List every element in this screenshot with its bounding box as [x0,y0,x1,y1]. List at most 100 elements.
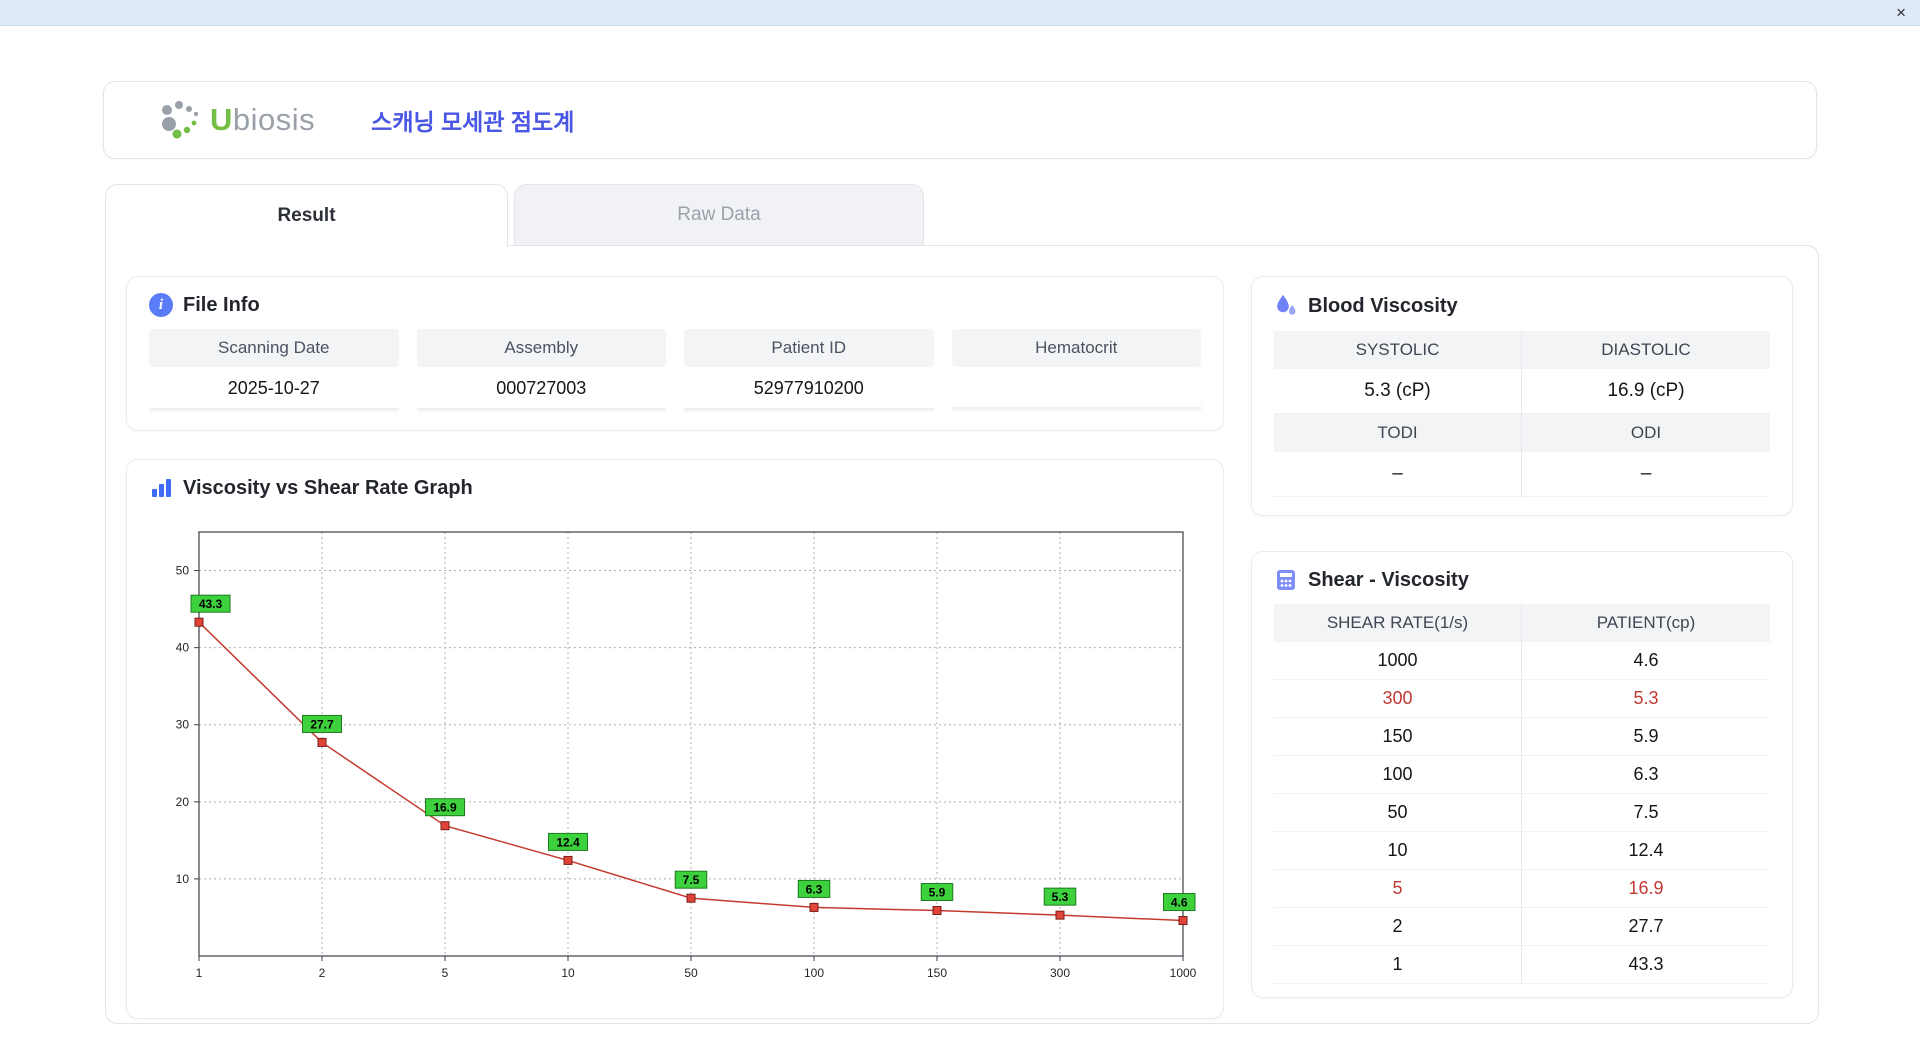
svg-text:1000: 1000 [1170,966,1197,980]
svg-text:30: 30 [176,718,190,732]
diastolic-value: 16.9 (cP) [1522,369,1770,414]
blood-viscosity-title: Blood Viscosity [1308,294,1458,317]
shear-cell: 10 [1274,832,1522,869]
svg-text:100: 100 [804,966,824,980]
field-label: Assembly [416,329,666,367]
shear-cell: 1 [1274,946,1522,983]
shear-cell: 150 [1274,718,1522,755]
graph-title: Viscosity vs Shear Rate Graph [183,476,473,499]
patient-cell: 6.3 [1633,764,1659,784]
svg-text:43.3: 43.3 [199,597,223,611]
table-row: 2 27.7 [1274,908,1770,946]
shear-viscosity-card: Shear - Viscosity SHEAR RATE(1/s) PATIEN… [1251,551,1793,998]
svg-text:5.3: 5.3 [1052,890,1069,904]
file-info-fields: Scanning Date 2025-10-27 Assembly 000727… [149,329,1201,410]
patient-cell: 16.9 [1628,878,1664,898]
patient-cell: 12.4 [1628,840,1664,860]
window-titlebar: × [0,0,1920,26]
shear-viscosity-header: Shear - Viscosity [1274,568,1770,592]
field-value: 52977910200 [684,367,934,410]
diastolic-label: DIASTOLIC [1522,331,1770,369]
field-value: 000727003 [416,367,666,410]
logo-text-rest: biosis [232,102,316,137]
field-hematocrit: Hematocrit [951,329,1201,410]
bar-chart-icon [152,479,171,497]
header-card: Ubiosis 스캐닝 모세관 점도계 [103,81,1817,159]
table-row: 50 7.5 [1274,794,1770,832]
svg-text:20: 20 [176,795,190,809]
svg-text:12.4: 12.4 [556,835,580,849]
shear-cell: 300 [1274,680,1522,717]
svg-text:300: 300 [1050,966,1070,980]
svg-text:7.5: 7.5 [683,873,700,887]
field-value [951,367,1201,409]
ubiosis-logo: Ubiosis [156,99,315,141]
table-row: 5 16.9 [1274,870,1770,908]
shear-cell: 5 [1274,870,1522,907]
logo-text: Ubiosis [210,102,315,138]
svg-text:10: 10 [176,872,190,886]
file-info-card: i File Info Scanning Date 2025-10-27 Ass… [126,276,1224,431]
table-row: 1000 4.6 [1274,642,1770,680]
patient-cell: 43.3 [1628,954,1664,974]
tab-result[interactable]: Result [105,184,508,247]
shear-cell: 1000 [1274,642,1522,679]
patient-cell: 7.5 [1633,802,1659,822]
systolic-value: 5.3 (cP) [1274,369,1522,414]
patient-cell: 5.3 [1633,688,1659,708]
svg-text:40: 40 [176,641,190,655]
shear-table-body: 1000 4.6 300 5.3 150 5.9 100 6.3 50 7.5 … [1274,642,1770,984]
svg-text:50: 50 [684,966,698,980]
svg-text:4.6: 4.6 [1171,896,1188,910]
app-window: Ubiosis 스캐닝 모세관 점도계 Result Raw Data i Fi… [0,27,1920,1040]
file-info-title: File Info [183,293,260,316]
shear-table-header: SHEAR RATE(1/s) PATIENT(cp) [1274,604,1770,642]
graph-header: Viscosity vs Shear Rate Graph [149,476,1201,500]
svg-text:16.9: 16.9 [433,801,457,815]
logo-text-u: U [210,102,233,137]
svg-text:50: 50 [176,564,190,578]
info-icon: i [149,293,173,317]
field-label: Patient ID [684,329,934,367]
svg-text:10: 10 [561,966,575,980]
field-assembly: Assembly 000727003 [416,329,666,410]
blood-viscosity-grid: SYSTOLIC DIASTOLIC 5.3 (cP) 16.9 (cP) TO… [1274,331,1770,497]
water-drop-icon [1277,295,1296,315]
odi-label: ODI [1522,414,1770,452]
svg-text:5.9: 5.9 [929,886,946,900]
field-label: Scanning Date [149,329,399,367]
svg-text:5: 5 [442,966,449,980]
shear-cell: 50 [1274,794,1522,831]
app-title: 스캐닝 모세관 점도계 [371,109,575,135]
logo-dots-icon [162,101,199,139]
table-row: 150 5.9 [1274,718,1770,756]
tab-raw-data-label: Raw Data [677,204,761,225]
tab-result-label: Result [277,205,336,226]
todi-label: TODI [1274,414,1522,452]
todi-value: – [1274,452,1522,497]
tab-raw-data[interactable]: Raw Data [514,184,924,245]
graph-card: Viscosity vs Shear Rate Graph 1 2 5 10 50 100… [126,459,1224,1019]
patient-cell: 27.7 [1628,916,1664,936]
field-scanning-date: Scanning Date 2025-10-27 [149,329,399,410]
blood-viscosity-card: Blood Viscosity SYSTOLIC DIASTOLIC 5.3 (… [1251,276,1793,516]
blood-viscosity-header: Blood Viscosity [1274,293,1770,319]
svg-text:27.7: 27.7 [310,717,334,731]
viscosity-chart: 1 2 5 10 50 100 150 300 1000 10 20 30 40 50 43.3 27.7 16… [176,531,1197,980]
shear-cell: 2 [1274,908,1522,945]
table-row: 300 5.3 [1274,680,1770,718]
table-row: 100 6.3 [1274,756,1770,794]
shear-viscosity-title: Shear - Viscosity [1308,568,1469,591]
field-label: Hematocrit [951,329,1201,367]
file-info-header: i File Info [149,293,1201,317]
field-patient-id: Patient ID 52977910200 [684,329,934,410]
close-icon[interactable]: × [1896,2,1906,24]
column-patient: PATIENT(cp) [1596,613,1696,632]
column-shear-rate: SHEAR RATE(1/s) [1274,604,1522,642]
svg-text:1: 1 [196,966,203,980]
patient-cell: 4.6 [1633,650,1659,670]
svg-text:2: 2 [319,966,326,980]
field-value: 2025-10-27 [149,367,399,410]
systolic-label: SYSTOLIC [1274,331,1522,369]
svg-text:150: 150 [927,966,947,980]
